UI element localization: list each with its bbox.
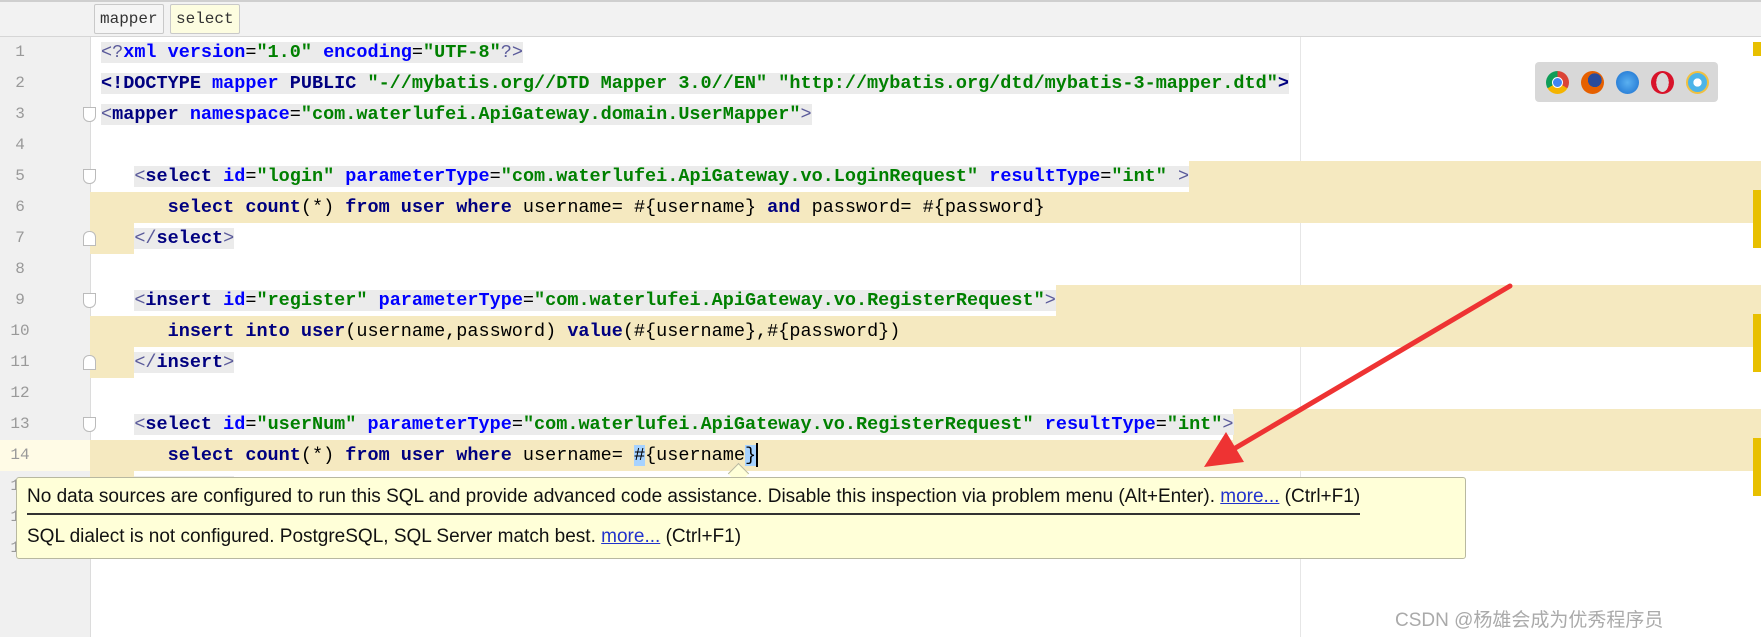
more-link[interactable]: more... [1220, 486, 1279, 507]
more-link[interactable]: more... [601, 526, 660, 547]
tooltip-message-datasource: No data sources are configured to run th… [27, 486, 1361, 515]
inspection-tooltip: No data sources are configured to run th… [16, 477, 1466, 559]
tooltip-message-dialect: SQL dialect is not configured. PostgreSQ… [27, 526, 742, 547]
csdn-watermark: CSDN @杨雄会成为优秀程序员 [1395, 610, 1664, 631]
